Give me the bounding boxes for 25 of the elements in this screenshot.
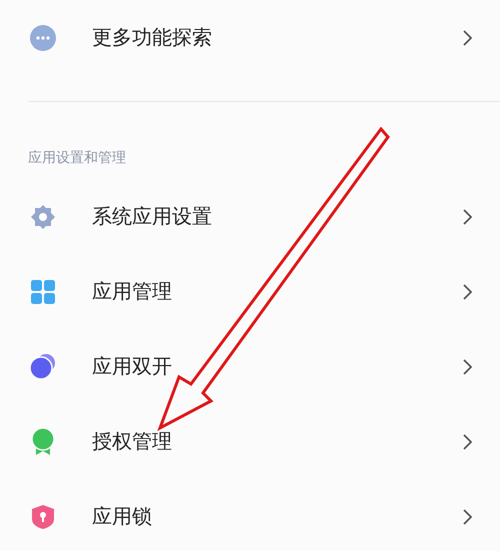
chevron-right-icon xyxy=(463,508,472,524)
row-label: 应用锁 xyxy=(92,504,153,530)
settings-row[interactable]: 授权管理 xyxy=(0,404,500,479)
row-label: 更多功能探索 xyxy=(92,26,213,50)
row-label: 系统应用设置 xyxy=(92,204,213,230)
badge-icon xyxy=(30,428,56,456)
grid-icon xyxy=(30,278,56,304)
chevron-right-icon xyxy=(463,208,472,224)
settings-row[interactable]: 应用管理 xyxy=(0,254,500,329)
settings-row[interactable]: 应用双开 xyxy=(0,329,500,404)
two-circles-icon xyxy=(30,354,56,380)
chevron-right-icon xyxy=(463,284,472,300)
row-label: 应用管理 xyxy=(92,280,173,304)
chevron-right-icon xyxy=(463,358,472,374)
row-label: 应用双开 xyxy=(92,354,173,380)
chevron-right-icon xyxy=(463,434,472,450)
settings-row[interactable]: 系统应用设置 xyxy=(0,179,500,254)
section-header: 应用设置和管理 xyxy=(28,149,126,165)
dots-icon xyxy=(30,24,56,50)
settings-row[interactable]: 更多功能探索 xyxy=(0,0,500,75)
settings-icon xyxy=(30,204,56,230)
settings-row[interactable]: 应用锁 xyxy=(0,479,500,551)
chevron-right-icon xyxy=(463,30,472,46)
row-label: 授权管理 xyxy=(92,430,173,454)
shield-lock-icon xyxy=(31,504,55,530)
